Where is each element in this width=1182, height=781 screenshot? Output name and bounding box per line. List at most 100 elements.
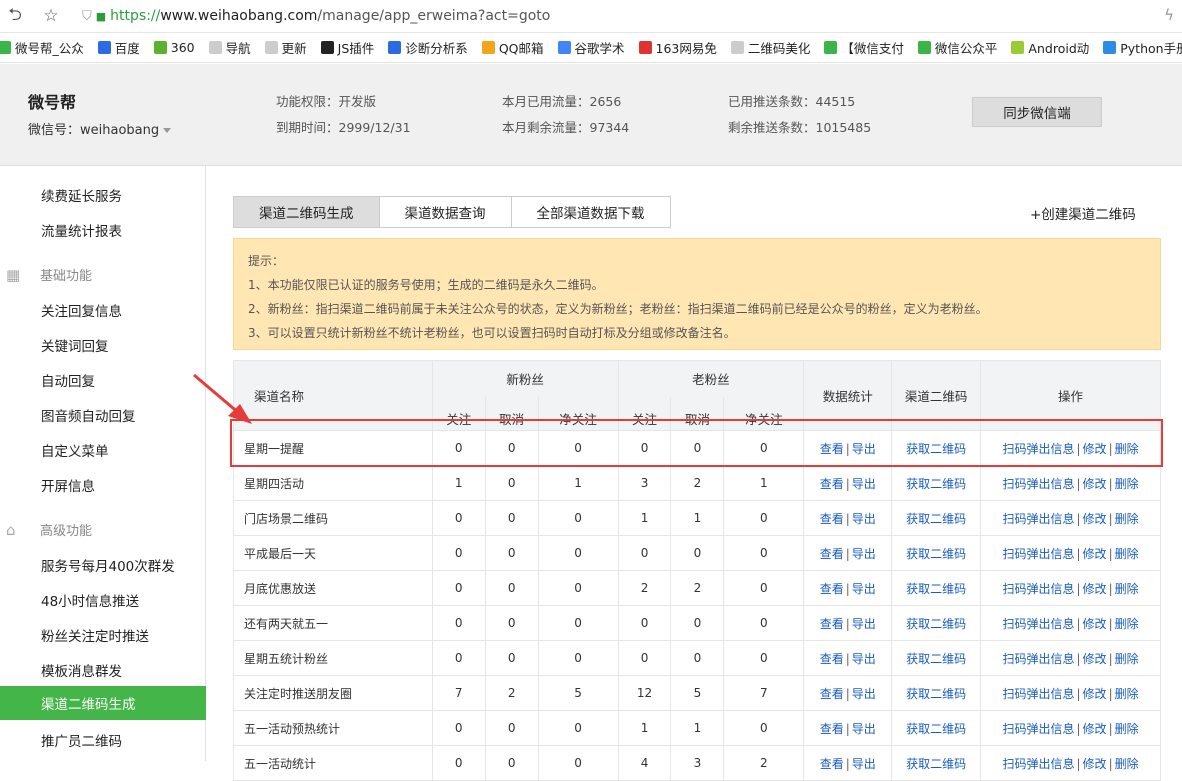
view-link[interactable]: 查看 [820, 582, 844, 596]
delete-link[interactable]: 删除 [1115, 757, 1139, 771]
edit-link[interactable]: 修改 [1083, 512, 1107, 526]
get-qr-link[interactable]: 获取二维码 [906, 547, 966, 561]
sidebar-item-template-msg[interactable]: 模板消息群发 [41, 660, 122, 680]
view-link[interactable]: 查看 [820, 617, 844, 631]
get-qr-link[interactable]: 获取二维码 [906, 512, 966, 526]
bookmark-item[interactable]: 163网易免 [638, 38, 717, 57]
tab-channel-download[interactable]: 全部渠道数据下载 [511, 196, 671, 228]
popup-info-link[interactable]: 扫码弹出信息 [1002, 617, 1074, 631]
popup-info-link[interactable]: 扫码弹出信息 [1002, 687, 1074, 701]
edit-link[interactable]: 修改 [1083, 582, 1107, 596]
edit-link[interactable]: 修改 [1083, 477, 1107, 491]
bookmark-item[interactable]: 二维码美化 [730, 38, 810, 57]
edit-link[interactable]: 修改 [1083, 722, 1107, 736]
back-icon[interactable]: ⮌ [4, 5, 26, 27]
get-qr-link[interactable]: 获取二维码 [906, 477, 966, 491]
wechat-id-dropdown[interactable]: 微信号：weihaobang [28, 119, 172, 138]
delete-link[interactable]: 删除 [1115, 722, 1139, 736]
get-qr-link[interactable]: 获取二维码 [906, 722, 966, 736]
edit-link[interactable]: 修改 [1083, 442, 1107, 456]
bookmark-item[interactable]: 【微信支付 [824, 38, 904, 57]
bookmark-item[interactable]: 360 [153, 40, 195, 55]
export-link[interactable]: 导出 [852, 722, 876, 736]
bookmark-item[interactable]: 诊断分析系 [388, 38, 468, 57]
bookmark-item[interactable]: 导航 [208, 38, 251, 57]
export-link[interactable]: 导出 [852, 757, 876, 771]
export-link[interactable]: 导出 [852, 687, 876, 701]
view-link[interactable]: 查看 [820, 477, 844, 491]
bookmark-favicon-icon [208, 41, 222, 54]
bookmark-item[interactable]: 百度 [97, 38, 140, 57]
bookmark-item[interactable]: 更新 [264, 38, 307, 57]
view-link[interactable]: 查看 [820, 722, 844, 736]
bookmark-item[interactable]: Python手册 [1103, 38, 1182, 57]
sidebar-item-splash[interactable]: 开屏信息 [41, 475, 95, 495]
delete-link[interactable]: 删除 [1115, 582, 1139, 596]
sidebar-item-renew[interactable]: 续费延长服务 [41, 185, 122, 205]
get-qr-link[interactable]: 获取二维码 [906, 687, 966, 701]
sidebar-item-mass-send[interactable]: 服务号每月400次群发 [41, 555, 175, 575]
sidebar-item-promoter-qr[interactable]: 推广员二维码 [41, 730, 122, 750]
sidebar-item-48h-push[interactable]: 48小时信息推送 [41, 590, 139, 610]
export-link[interactable]: 导出 [852, 547, 876, 561]
edit-link[interactable]: 修改 [1083, 757, 1107, 771]
view-link[interactable]: 查看 [820, 442, 844, 456]
edit-link[interactable]: 修改 [1083, 547, 1107, 561]
sidebar-item-auto-reply[interactable]: 自动回复 [41, 370, 95, 390]
edit-link[interactable]: 修改 [1083, 617, 1107, 631]
lightning-icon[interactable]: ϟ [1164, 6, 1174, 24]
sync-wechat-button[interactable]: 同步微信端 [972, 97, 1102, 127]
popup-info-link[interactable]: 扫码弹出信息 [1002, 652, 1074, 666]
sidebar-item-keyword-reply[interactable]: 关键词回复 [41, 335, 109, 355]
sidebar-item-custom-menu[interactable]: 自定义菜单 [41, 440, 109, 460]
view-link[interactable]: 查看 [820, 547, 844, 561]
popup-info-link[interactable]: 扫码弹出信息 [1002, 477, 1074, 491]
bookmark-item[interactable]: JS插件 [320, 38, 374, 57]
view-link[interactable]: 查看 [820, 512, 844, 526]
delete-link[interactable]: 删除 [1115, 617, 1139, 631]
bookmark-item[interactable]: Android动 [1011, 38, 1089, 57]
popup-info-link[interactable]: 扫码弹出信息 [1002, 757, 1074, 771]
tab-channel-qr[interactable]: 渠道二维码生成 [233, 196, 380, 228]
sidebar-item-channel-qr[interactable]: 渠道二维码生成 [0, 686, 206, 720]
edit-link[interactable]: 修改 [1083, 652, 1107, 666]
popup-info-link[interactable]: 扫码弹出信息 [1002, 512, 1074, 526]
popup-info-link[interactable]: 扫码弹出信息 [1002, 722, 1074, 736]
edit-link[interactable]: 修改 [1083, 687, 1107, 701]
sidebar-item-media-reply[interactable]: 图音频自动回复 [41, 405, 136, 425]
popup-info-link[interactable]: 扫码弹出信息 [1002, 442, 1074, 456]
delete-link[interactable]: 删除 [1115, 477, 1139, 491]
popup-info-link[interactable]: 扫码弹出信息 [1002, 582, 1074, 596]
get-qr-link[interactable]: 获取二维码 [906, 582, 966, 596]
bookmark-item[interactable]: 谷歌学术 [557, 38, 625, 57]
get-qr-link[interactable]: 获取二维码 [906, 442, 966, 456]
view-link[interactable]: 查看 [820, 757, 844, 771]
view-link[interactable]: 查看 [820, 652, 844, 666]
bookmark-item[interactable]: 微信公众平 [917, 38, 997, 57]
delete-link[interactable]: 删除 [1115, 442, 1139, 456]
delete-link[interactable]: 删除 [1115, 512, 1139, 526]
sidebar-item-timed-push[interactable]: 粉丝关注定时推送 [41, 625, 149, 645]
bookmark-star-icon[interactable]: ☆ [40, 5, 62, 27]
url-field[interactable]: ⛉ ■ https://www.weihaobang.com/manage/ap… [82, 8, 550, 24]
export-link[interactable]: 导出 [852, 582, 876, 596]
tab-channel-query[interactable]: 渠道数据查询 [379, 196, 512, 228]
sidebar-item-follow-reply[interactable]: 关注回复信息 [41, 300, 122, 320]
view-link[interactable]: 查看 [820, 687, 844, 701]
export-link[interactable]: 导出 [852, 442, 876, 456]
export-link[interactable]: 导出 [852, 477, 876, 491]
get-qr-link[interactable]: 获取二维码 [906, 757, 966, 771]
export-link[interactable]: 导出 [852, 652, 876, 666]
get-qr-link[interactable]: 获取二维码 [906, 617, 966, 631]
export-link[interactable]: 导出 [852, 512, 876, 526]
delete-link[interactable]: 删除 [1115, 687, 1139, 701]
bookmark-item[interactable]: 微号帮_公众 [0, 38, 84, 57]
create-channel-qr-link[interactable]: +创建渠道二维码 [1030, 203, 1136, 223]
sidebar-item-flow-report[interactable]: 流量统计报表 [41, 220, 122, 240]
export-link[interactable]: 导出 [852, 617, 876, 631]
get-qr-link[interactable]: 获取二维码 [906, 652, 966, 666]
delete-link[interactable]: 删除 [1115, 652, 1139, 666]
popup-info-link[interactable]: 扫码弹出信息 [1002, 547, 1074, 561]
delete-link[interactable]: 删除 [1115, 547, 1139, 561]
bookmark-item[interactable]: QQ邮箱 [481, 38, 544, 57]
